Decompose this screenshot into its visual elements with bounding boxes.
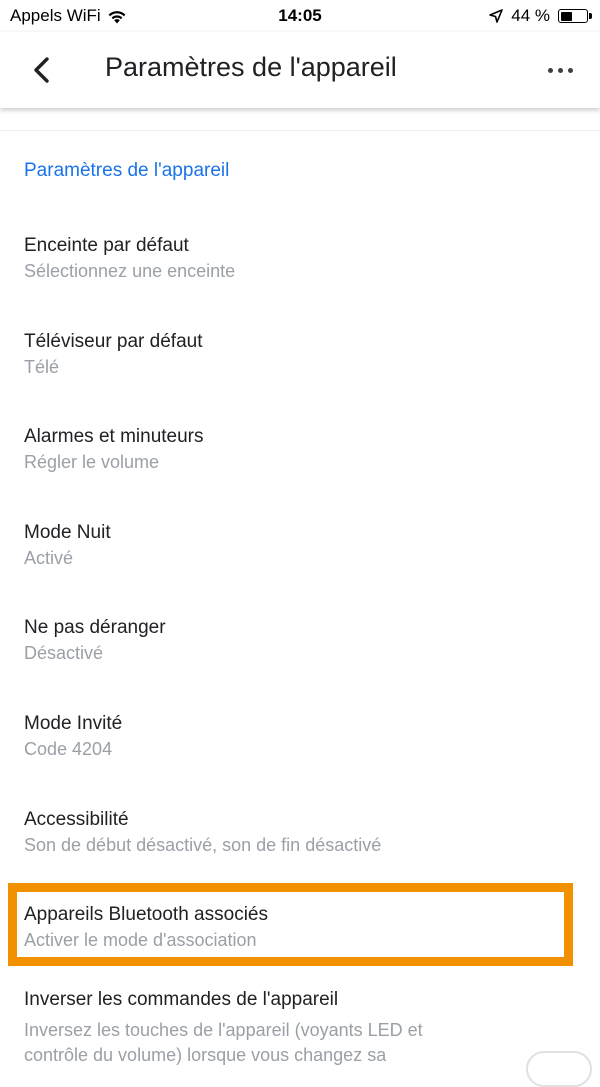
app-bar: Paramètres de l'appareil bbox=[0, 32, 600, 108]
setting-subtitle: Activer le mode d'association bbox=[24, 930, 257, 951]
setting-title: Accessibilité bbox=[24, 808, 129, 830]
wifi-icon bbox=[108, 10, 126, 23]
setting-title: Inverser les commandes de l'appareil bbox=[24, 989, 339, 1010]
setting-title: Appareils Bluetooth associés bbox=[24, 904, 268, 926]
page-title: Paramètres de l'appareil bbox=[105, 52, 397, 82]
settings-list: Enceinte par défaut Sélectionnez une enc… bbox=[0, 200, 600, 965]
invert-controls-toggle[interactable] bbox=[526, 1051, 592, 1087]
more-options-button[interactable] bbox=[540, 50, 580, 90]
status-right-group: 44 % bbox=[489, 6, 592, 26]
setting-guest-mode[interactable]: Mode Invité Code 4204 bbox=[0, 678, 600, 774]
setting-title: Mode Invité bbox=[24, 712, 123, 734]
setting-night-mode[interactable]: Mode Nuit Activé bbox=[0, 487, 600, 583]
setting-title: Ne pas déranger bbox=[24, 617, 166, 639]
setting-accessibility[interactable]: Accessibilité Son de début désactivé, so… bbox=[0, 774, 600, 870]
setting-title: Alarmes et minuteurs bbox=[24, 426, 204, 448]
status-bar: Appels WiFi 14:05 44 % bbox=[0, 0, 600, 32]
setting-subtitle: Régler le volume bbox=[24, 452, 160, 473]
battery-level bbox=[560, 11, 572, 21]
location-arrow-icon bbox=[489, 9, 504, 23]
setting-paired-bluetooth-devices[interactable]: Appareils Bluetooth associés Activer le … bbox=[0, 869, 600, 965]
back-arrow-icon bbox=[34, 57, 49, 83]
divider bbox=[0, 130, 600, 131]
setting-description: Inversez les touches de l'appareil (voya… bbox=[24, 1020, 423, 1065]
carrier-label: Appels WiFi bbox=[10, 6, 101, 25]
setting-invert-device-controls[interactable]: Inverser les commandes de l'appareil Inv… bbox=[0, 988, 600, 1087]
setting-subtitle: Activé bbox=[24, 547, 74, 568]
battery-percent: 44 % bbox=[511, 6, 550, 25]
more-horizontal-icon bbox=[547, 67, 573, 73]
back-button[interactable] bbox=[22, 50, 62, 90]
carrier-group: Appels WiFi bbox=[10, 6, 127, 26]
setting-subtitle: Sélectionnez une enceinte bbox=[24, 261, 236, 281]
setting-title: Enceinte par défaut bbox=[24, 235, 189, 256]
setting-subtitle: Désactivé bbox=[24, 643, 104, 664]
setting-subtitle: Télé bbox=[24, 356, 60, 377]
section-header: Paramètres de l'appareil bbox=[24, 160, 230, 181]
setting-do-not-disturb[interactable]: Ne pas déranger Désactivé bbox=[0, 582, 600, 678]
setting-title: Mode Nuit bbox=[24, 521, 111, 543]
setting-subtitle: Son de début désactivé, son de fin désac… bbox=[24, 834, 382, 855]
setting-title: Téléviseur par défaut bbox=[24, 330, 203, 352]
setting-default-speaker[interactable]: Enceinte par défaut Sélectionnez une enc… bbox=[0, 200, 600, 296]
setting-alarms-timers[interactable]: Alarmes et minuteurs Régler le volume bbox=[0, 391, 600, 487]
setting-default-tv[interactable]: Téléviseur par défaut Télé bbox=[0, 296, 600, 392]
battery-icon bbox=[558, 9, 592, 23]
setting-subtitle: Code 4204 bbox=[24, 738, 113, 759]
